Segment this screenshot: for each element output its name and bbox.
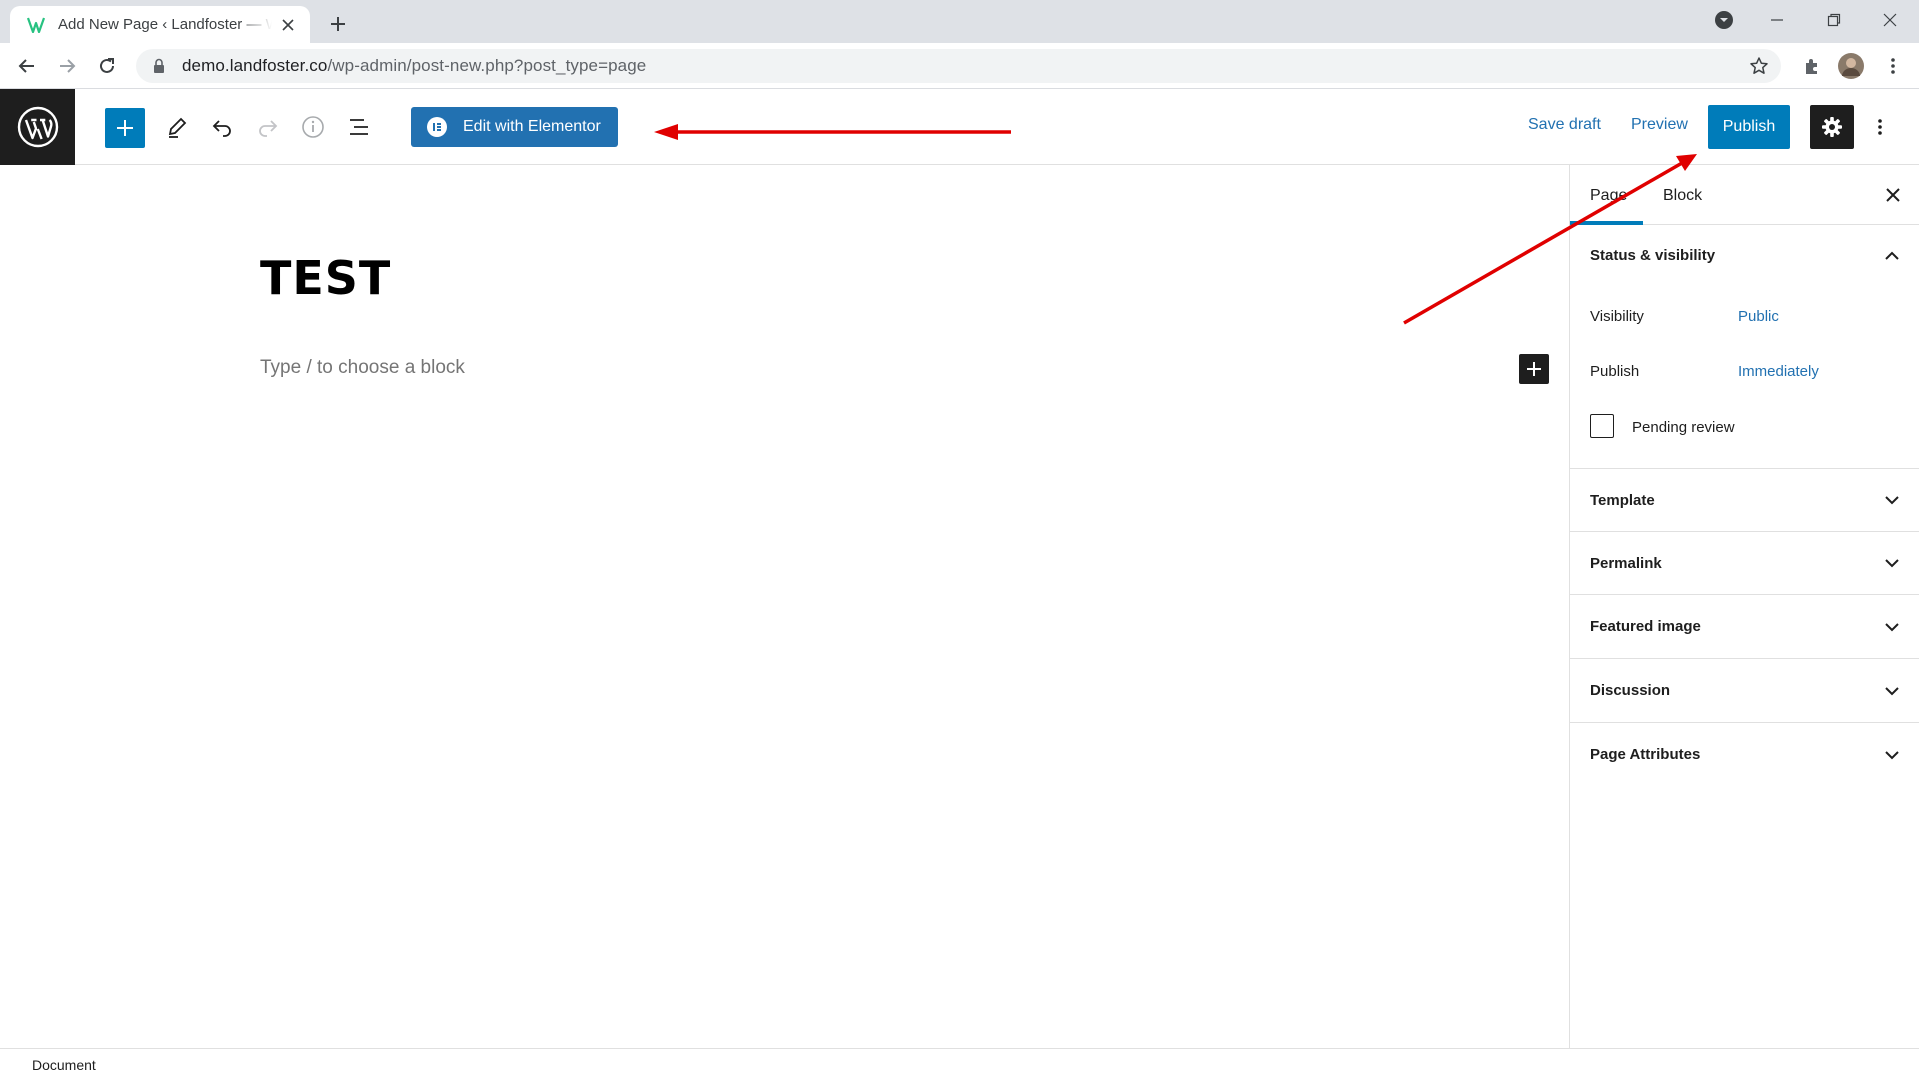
panel-title: Page Attributes xyxy=(1590,746,1701,763)
tab-page[interactable]: Page xyxy=(1590,187,1627,205)
panel-status-visibility[interactable]: Status & visibility xyxy=(1570,225,1919,285)
panel-discussion[interactable]: Discussion xyxy=(1570,659,1919,722)
gear-icon[interactable] xyxy=(1810,105,1854,149)
panel-title: Status & visibility xyxy=(1590,246,1716,264)
tab-title: Add New Page ‹ Landfoster — WordPress xyxy=(58,16,272,33)
chevron-down-icon xyxy=(1880,615,1904,639)
panel-page-attributes[interactable]: Page Attributes xyxy=(1570,723,1919,786)
editor-canvas: TEST Type / to choose a block xyxy=(0,165,1569,1048)
panel-title: Template xyxy=(1590,491,1655,509)
restore-icon[interactable] xyxy=(1806,0,1862,40)
add-block-icon[interactable] xyxy=(1519,354,1549,384)
publish-button[interactable]: Publish xyxy=(1708,105,1790,149)
editor-header: Edit with Elementor Save draft Preview P… xyxy=(0,89,1919,165)
extensions-icon[interactable] xyxy=(1797,51,1827,81)
block-inserter-button[interactable] xyxy=(105,108,145,148)
chevron-up-icon xyxy=(1880,243,1904,267)
back-icon[interactable] xyxy=(12,51,42,81)
sidebar-tabs: Page Block xyxy=(1570,165,1919,225)
pending-review-checkbox[interactable] xyxy=(1590,414,1614,438)
list-view-icon[interactable] xyxy=(339,107,379,147)
visibility-label: Visibility xyxy=(1590,308,1644,325)
block-breadcrumb-bar: Document xyxy=(0,1048,1919,1079)
pencil-icon[interactable] xyxy=(157,107,197,147)
post-title[interactable]: TEST xyxy=(260,251,391,305)
redo-icon[interactable] xyxy=(248,107,288,147)
panel-title: Featured image xyxy=(1590,618,1701,635)
new-tab-button[interactable] xyxy=(324,10,352,38)
reload-icon[interactable] xyxy=(92,51,122,81)
panel-featured-image[interactable]: Featured image xyxy=(1570,595,1919,658)
panel-title: Permalink xyxy=(1590,554,1662,572)
undo-icon[interactable] xyxy=(202,107,242,147)
wordpress-favicon xyxy=(26,15,46,35)
block-placeholder[interactable]: Type / to choose a block xyxy=(260,357,465,379)
pending-review-label: Pending review xyxy=(1632,419,1735,436)
edit-with-elementor-button[interactable]: Edit with Elementor xyxy=(411,107,618,147)
kebab-menu-icon[interactable] xyxy=(1878,51,1908,81)
visibility-toggle[interactable]: Public xyxy=(1738,308,1779,325)
publish-label: Publish xyxy=(1590,363,1640,380)
star-icon[interactable] xyxy=(1749,56,1769,76)
panel-permalink[interactable]: Permalink xyxy=(1570,532,1919,594)
tab-close-icon[interactable] xyxy=(278,15,298,35)
minimize-icon[interactable] xyxy=(1749,0,1805,40)
chevron-down-icon xyxy=(1880,679,1904,703)
options-menu-icon[interactable] xyxy=(1866,107,1894,147)
wordpress-logo-icon[interactable] xyxy=(0,89,75,165)
edit-with-elementor-label: Edit with Elementor xyxy=(463,118,601,135)
lock-icon[interactable] xyxy=(150,57,168,75)
forward-icon[interactable] xyxy=(52,51,82,81)
avatar[interactable] xyxy=(1836,51,1866,81)
tab-block[interactable]: Block xyxy=(1663,187,1702,205)
browser-tab[interactable]: Add New Page ‹ Landfoster — WordPress xyxy=(10,6,310,43)
elementor-icon xyxy=(427,117,447,137)
panel-template[interactable]: Template xyxy=(1570,469,1919,531)
save-draft-button[interactable]: Save draft xyxy=(1528,116,1601,134)
window-close-icon[interactable] xyxy=(1862,0,1918,40)
browser-toolbar: demo.landfoster.co/wp-admin/post-new.php… xyxy=(0,43,1919,89)
info-icon[interactable] xyxy=(293,107,333,147)
address-bar[interactable]: demo.landfoster.co/wp-admin/post-new.php… xyxy=(136,49,1781,83)
chevron-down-icon xyxy=(1880,488,1904,512)
preview-button[interactable]: Preview xyxy=(1631,116,1688,134)
publish-date-toggle[interactable]: Immediately xyxy=(1738,363,1819,380)
breadcrumb[interactable]: Document xyxy=(32,1057,96,1073)
chevron-down-icon xyxy=(1880,551,1904,575)
panel-title: Discussion xyxy=(1590,682,1671,699)
browser-tab-strip: Add New Page ‹ Landfoster — WordPress xyxy=(0,0,1919,43)
close-icon[interactable] xyxy=(1878,180,1908,210)
settings-sidebar: Page Block Status & visibility Visibilit… xyxy=(1569,165,1919,1048)
profile-dropdown-icon[interactable] xyxy=(1696,0,1752,40)
url-text: demo.landfoster.co/wp-admin/post-new.php… xyxy=(182,56,647,75)
chevron-down-icon xyxy=(1880,743,1904,767)
